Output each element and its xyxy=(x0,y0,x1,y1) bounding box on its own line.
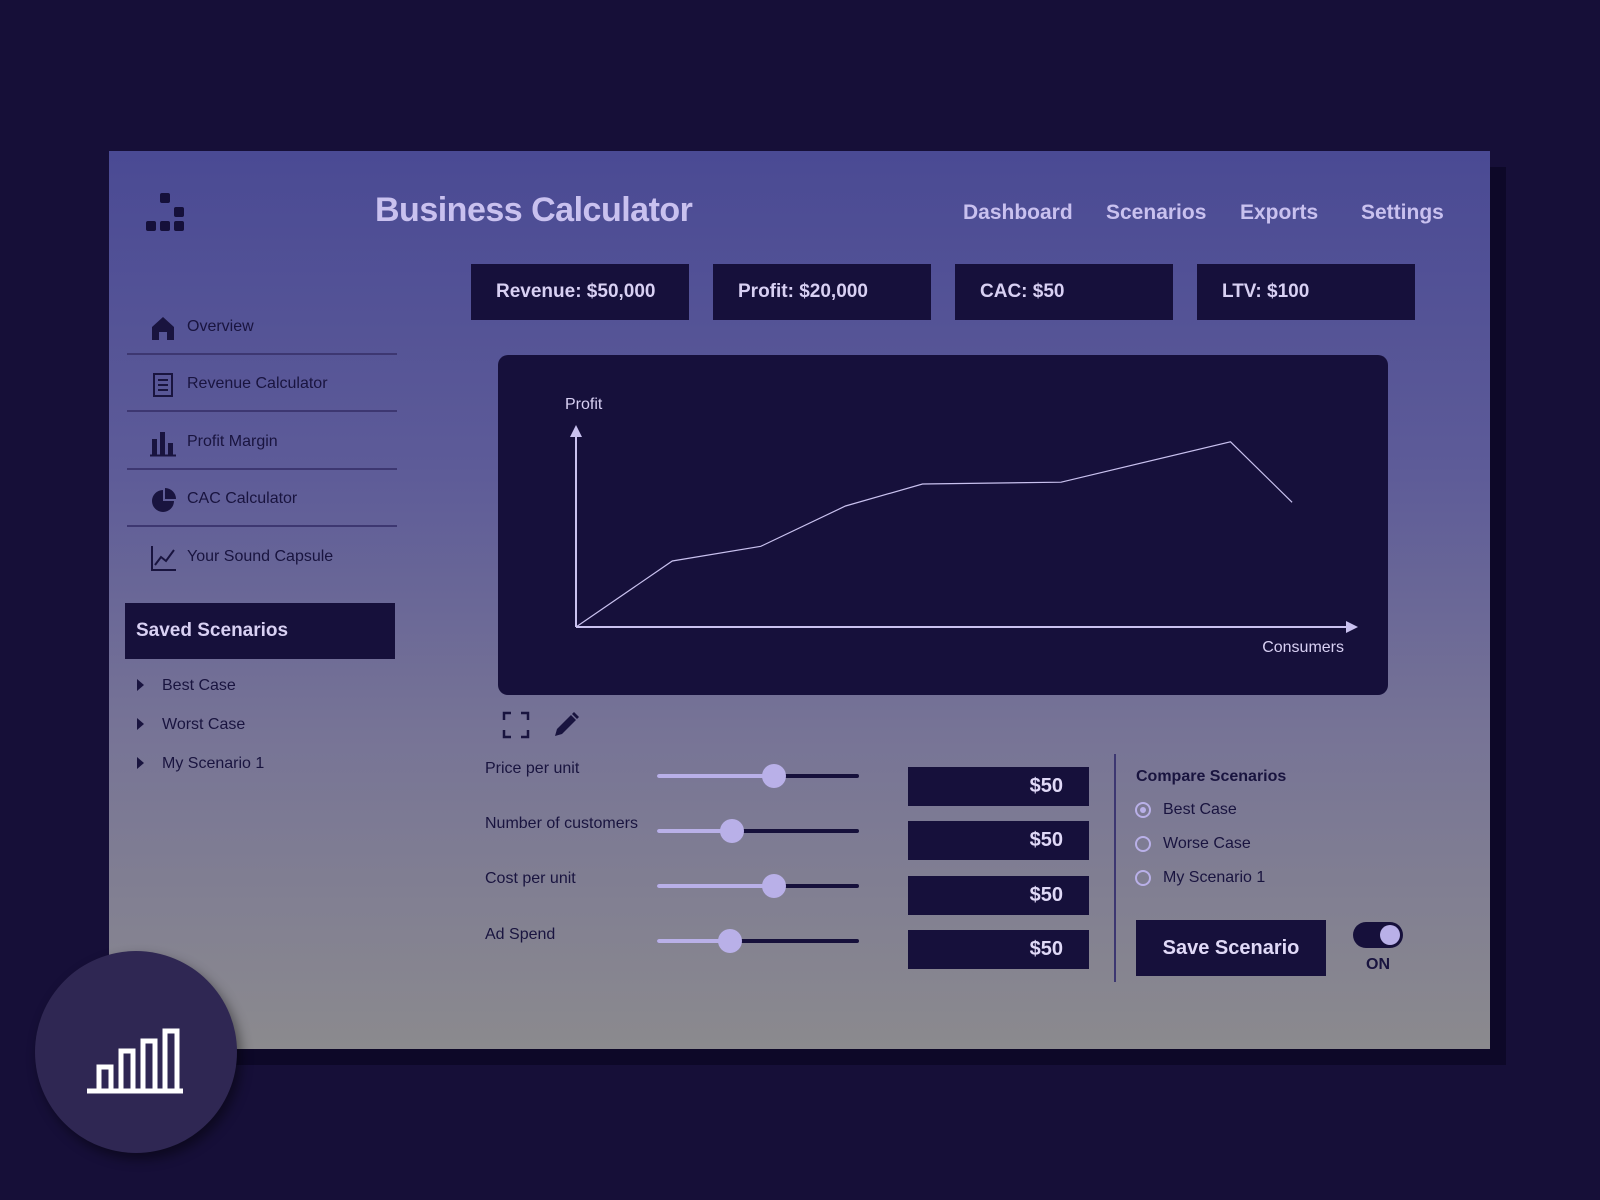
expand-icon[interactable] xyxy=(501,710,531,740)
saved-item-label: Best Case xyxy=(162,677,236,694)
saved-item-best-case[interactable]: Best Case xyxy=(137,677,236,695)
radio-button[interactable] xyxy=(1135,836,1151,852)
bar-chart-icon xyxy=(87,1028,183,1094)
caret-right-icon xyxy=(137,679,144,691)
sidebar-item-label: Overview xyxy=(187,318,254,335)
nav-exports[interactable]: Exports xyxy=(1240,201,1318,225)
slider-knob[interactable] xyxy=(762,764,787,788)
divider xyxy=(1114,754,1116,982)
ad-spend-slider[interactable] xyxy=(657,929,859,953)
sidebar-item-revenue-calculator[interactable]: Revenue Calculator xyxy=(127,357,397,412)
kpi-revenue: Revenue: $50,000 xyxy=(471,264,689,320)
y-axis-label: Profit xyxy=(565,396,603,413)
pie-chart-icon xyxy=(152,488,176,512)
slider-knob[interactable] xyxy=(762,874,787,898)
radio-label: Worse Case xyxy=(1163,835,1251,852)
nav-scenarios[interactable]: Scenarios xyxy=(1106,201,1206,225)
saved-scenarios-header: Saved Scenarios xyxy=(125,603,395,659)
sidebar-item-overview[interactable]: Overview xyxy=(127,300,397,355)
number-of-customers-slider[interactable] xyxy=(657,819,859,843)
toggle-label: ON xyxy=(1366,956,1390,973)
slider-knob[interactable] xyxy=(717,929,742,953)
x-axis-label: Consumers xyxy=(1262,639,1344,656)
radio-worse-case[interactable]: Worse Case xyxy=(1135,835,1251,853)
sidebar-item-profit-margin[interactable]: Profit Margin xyxy=(127,415,397,470)
slider-label-price: Price per unit xyxy=(485,760,580,777)
radio-label: Best Case xyxy=(1163,801,1237,818)
sidebar-item-label: Your Sound Capsule xyxy=(187,548,334,565)
line-chart-icon xyxy=(151,546,176,571)
kpi-ltv: LTV: $100 xyxy=(1197,264,1415,320)
slider-knob[interactable] xyxy=(719,819,744,843)
nav-settings[interactable]: Settings xyxy=(1361,201,1444,225)
slider-label-customers: Number of customers xyxy=(485,815,638,832)
price-per-unit-field[interactable] xyxy=(908,767,1089,806)
ad-spend-field[interactable] xyxy=(908,930,1089,969)
on-off-toggle[interactable] xyxy=(1353,922,1403,948)
blocks-logo-icon xyxy=(146,193,188,233)
kpi-profit: Profit: $20,000 xyxy=(713,264,931,320)
home-icon xyxy=(152,317,174,340)
saved-item-label: My Scenario 1 xyxy=(162,755,265,772)
caret-right-icon xyxy=(137,718,144,730)
radio-button[interactable] xyxy=(1135,802,1151,818)
slider-label-ad-spend: Ad Spend xyxy=(485,926,556,943)
toggle-knob xyxy=(1380,925,1400,945)
radio-my-scenario-1[interactable]: My Scenario 1 xyxy=(1135,869,1265,887)
bar-chart-icon xyxy=(150,432,176,457)
saved-item-my-scenario-1[interactable]: My Scenario 1 xyxy=(137,755,264,773)
price-per-unit-slider[interactable] xyxy=(657,764,859,788)
radio-best-case[interactable]: Best Case xyxy=(1135,801,1237,819)
profit-series-line xyxy=(575,441,1293,628)
profit-chart: Profit Consumers xyxy=(565,396,1358,656)
floating-chart-button[interactable] xyxy=(35,951,237,1153)
y-axis-arrow xyxy=(570,425,582,437)
app-title: Business Calculator xyxy=(375,191,693,229)
sidebar-item-sound-capsule[interactable]: Your Sound Capsule xyxy=(127,530,397,585)
save-scenario-button[interactable]: Save Scenario xyxy=(1136,920,1326,976)
sidebar-item-cac-calculator[interactable]: CAC Calculator xyxy=(127,472,397,527)
nav-dashboard[interactable]: Dashboard xyxy=(963,201,1073,225)
sidebar-item-label: CAC Calculator xyxy=(187,490,298,507)
slider-label-cost: Cost per unit xyxy=(485,870,576,887)
app-window: Business Calculator Dashboard Scenarios … xyxy=(109,151,1490,1049)
caret-right-icon xyxy=(137,757,144,769)
sidebar-item-label: Revenue Calculator xyxy=(187,375,328,392)
number-of-customers-field[interactable] xyxy=(908,821,1089,860)
kpi-cac: CAC: $50 xyxy=(955,264,1173,320)
x-axis-arrow xyxy=(1346,621,1358,633)
saved-item-worst-case[interactable]: Worst Case xyxy=(137,716,245,734)
sidebar-item-label: Profit Margin xyxy=(187,433,278,450)
document-icon xyxy=(153,373,173,397)
radio-button[interactable] xyxy=(1135,870,1151,886)
profit-chart-panel: Profit Consumers xyxy=(498,355,1388,695)
radio-label: My Scenario 1 xyxy=(1163,869,1266,886)
saved-item-label: Worst Case xyxy=(162,716,246,733)
cost-per-unit-field[interactable] xyxy=(908,876,1089,915)
pencil-icon[interactable] xyxy=(551,710,581,740)
compare-scenarios-title: Compare Scenarios xyxy=(1136,768,1287,785)
cost-per-unit-slider[interactable] xyxy=(657,874,859,898)
